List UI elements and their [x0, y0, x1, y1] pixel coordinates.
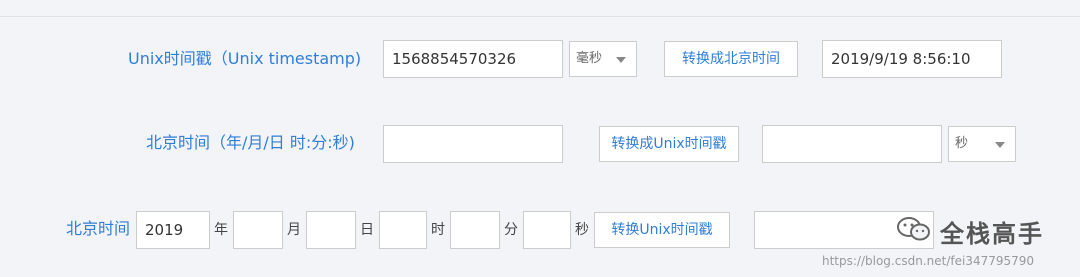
chevron-down-icon [995, 142, 1005, 148]
timestamp-unit-label: 毫秒 [576, 51, 603, 66]
month-unit-label: 月 [287, 222, 301, 238]
month-input[interactable] [233, 211, 283, 249]
wechat-icon [897, 217, 930, 241]
result-unit-select[interactable]: 秒 [948, 126, 1016, 162]
timestamp-unit-select[interactable]: 毫秒 [569, 41, 637, 77]
second-unit-label: 秒 [575, 222, 589, 238]
convert-to-unix-button[interactable]: 转换成Unix时间戳 [599, 126, 739, 162]
year-input[interactable]: 2019 [136, 211, 210, 249]
unix-timestamp-label: Unix时间戳（Unix timestamp) [128, 49, 362, 68]
watermark-url: https://blog.csdn.net/fei347795790 [822, 254, 1035, 268]
day-input[interactable] [306, 211, 356, 249]
convert-date-to-unix-button[interactable]: 转换Unix时间戳 [594, 212, 730, 248]
chevron-down-icon [616, 57, 626, 63]
second-input[interactable] [523, 211, 571, 249]
beijing-time-label: 北京时间 [66, 219, 131, 238]
beijing-time-result-field[interactable]: 2019/9/19 8:56:10 [822, 40, 1002, 78]
watermark-brand: 全栈高手 [940, 220, 1044, 248]
day-unit-label: 日 [360, 222, 374, 238]
convert-to-beijing-button[interactable]: 转换成北京时间 [664, 41, 798, 77]
year-unit-label: 年 [214, 222, 228, 238]
top-divider [0, 16, 1080, 17]
beijing-datetime-input[interactable] [383, 125, 563, 163]
hour-input[interactable] [379, 211, 427, 249]
hour-unit-label: 时 [431, 222, 445, 238]
result-unit-label: 秒 [955, 136, 969, 151]
beijing-datetime-label: 北京时间（年/月/日 时:分:秒) [146, 133, 355, 152]
unix-result-field[interactable] [762, 125, 942, 163]
minute-input[interactable] [450, 211, 500, 249]
unix-timestamp-input[interactable]: 1568854570326 [383, 40, 563, 78]
minute-unit-label: 分 [504, 222, 518, 238]
